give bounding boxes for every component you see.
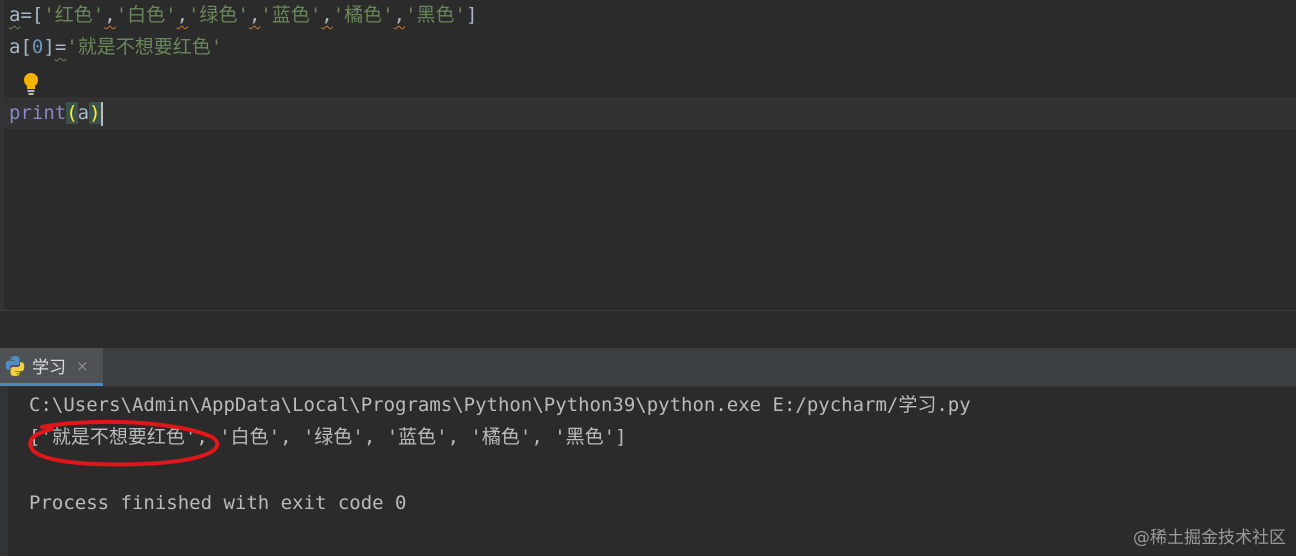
code-token: ] [43, 36, 55, 58]
code-editor[interactable]: a=['红色','白色','绿色','蓝色','橘色','黑色'] a[0]='… [0, 0, 1296, 310]
code-line-1[interactable]: a=['红色','白色','绿色','蓝色','橘色','黑色'] [9, 0, 477, 30]
watermark: @稀土掘金技术社区 [1133, 528, 1286, 548]
code-token: = [20, 4, 32, 26]
python-icon [5, 355, 25, 376]
code-token: a [77, 102, 90, 124]
code-token: ( [66, 102, 78, 124]
code-token: [ [31, 4, 44, 26]
code-number: 0 [31, 36, 44, 58]
console-gutter [0, 387, 8, 556]
tab-run-label: 学习 [32, 358, 66, 378]
annotation-stroke [28, 419, 220, 467]
code-token: ] [465, 4, 478, 26]
code-string: '就是不想要红色' [66, 36, 223, 58]
console-command-line: C:\Users\Admin\AppData\Local\Programs\Py… [29, 394, 971, 416]
text-caret [100, 101, 103, 126]
tab-run[interactable]: 学习 × [0, 348, 103, 386]
lightbulb-icon[interactable] [22, 72, 40, 96]
code-token: a [9, 36, 21, 58]
code-builtin: print [9, 102, 67, 124]
red-circle-annotation [28, 419, 220, 467]
code-token: = [54, 36, 67, 58]
code-line-2[interactable]: a[0]='就是不想要红色' [9, 32, 222, 62]
code-token: ) [89, 102, 101, 124]
code-token: [ [20, 36, 32, 58]
run-tool-window-header: 学习 × [0, 348, 1296, 387]
code-string: '白色' [115, 4, 177, 26]
code-string: '橘色' [332, 4, 394, 26]
code-token: , [321, 4, 333, 26]
code-line-4[interactable]: print(a) [9, 98, 103, 128]
code-string: '红色' [43, 4, 105, 26]
code-string: '黑色' [405, 4, 466, 26]
editor-gutter [0, 0, 4, 310]
panel-divider [0, 310, 1296, 349]
run-console[interactable]: C:\Users\Admin\AppData\Local\Programs\Py… [0, 387, 1296, 556]
code-token: , [248, 4, 261, 26]
code-token: a [9, 4, 21, 26]
code-string: '蓝色' [260, 4, 322, 26]
code-token: , [104, 4, 116, 26]
code-string: '绿色' [188, 4, 249, 26]
console-exit-line: Process finished with exit code 0 [29, 492, 407, 514]
code-token: , [393, 4, 406, 26]
close-icon[interactable]: × [76, 357, 89, 375]
code-token: , [176, 4, 189, 26]
current-line-highlight [4, 97, 1296, 129]
